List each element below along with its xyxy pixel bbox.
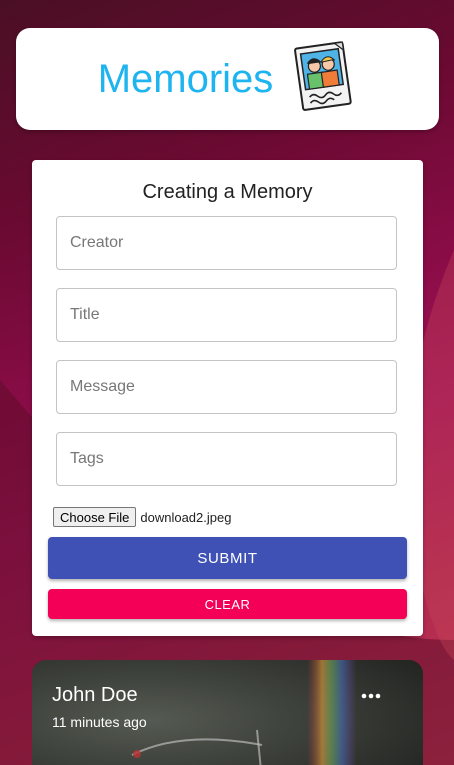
memory-timestamp: 11 minutes ago bbox=[52, 714, 147, 730]
choose-file-button[interactable]: Choose File bbox=[53, 507, 137, 527]
selected-file-name: download2.jpeg bbox=[140, 509, 232, 525]
photo-memories-icon bbox=[291, 40, 357, 118]
more-horizontal-icon[interactable] bbox=[358, 686, 384, 706]
memory-author: John Doe bbox=[52, 684, 138, 706]
message-field[interactable] bbox=[56, 360, 397, 414]
clear-button[interactable]: CLEAR bbox=[48, 589, 407, 619]
tags-input[interactable] bbox=[57, 433, 396, 485]
creator-field[interactable] bbox=[56, 216, 397, 270]
title-input[interactable] bbox=[57, 289, 396, 341]
memory-card[interactable]: John Doe 11 minutes ago bbox=[32, 660, 423, 765]
title-field[interactable] bbox=[56, 288, 397, 342]
creator-input[interactable] bbox=[57, 217, 396, 269]
app-header: Memories bbox=[16, 28, 439, 130]
submit-button[interactable]: SUBMIT bbox=[48, 537, 407, 579]
file-picker: Choose File download2.jpeg bbox=[53, 507, 231, 527]
tags-field[interactable] bbox=[56, 432, 397, 486]
create-memory-form: Creating a Memory Choose File download2.… bbox=[32, 160, 423, 636]
app-title: Memories bbox=[97, 56, 274, 101]
form-title: Creating a Memory bbox=[142, 181, 313, 203]
memory-photo bbox=[32, 660, 423, 765]
message-input[interactable] bbox=[57, 361, 396, 413]
